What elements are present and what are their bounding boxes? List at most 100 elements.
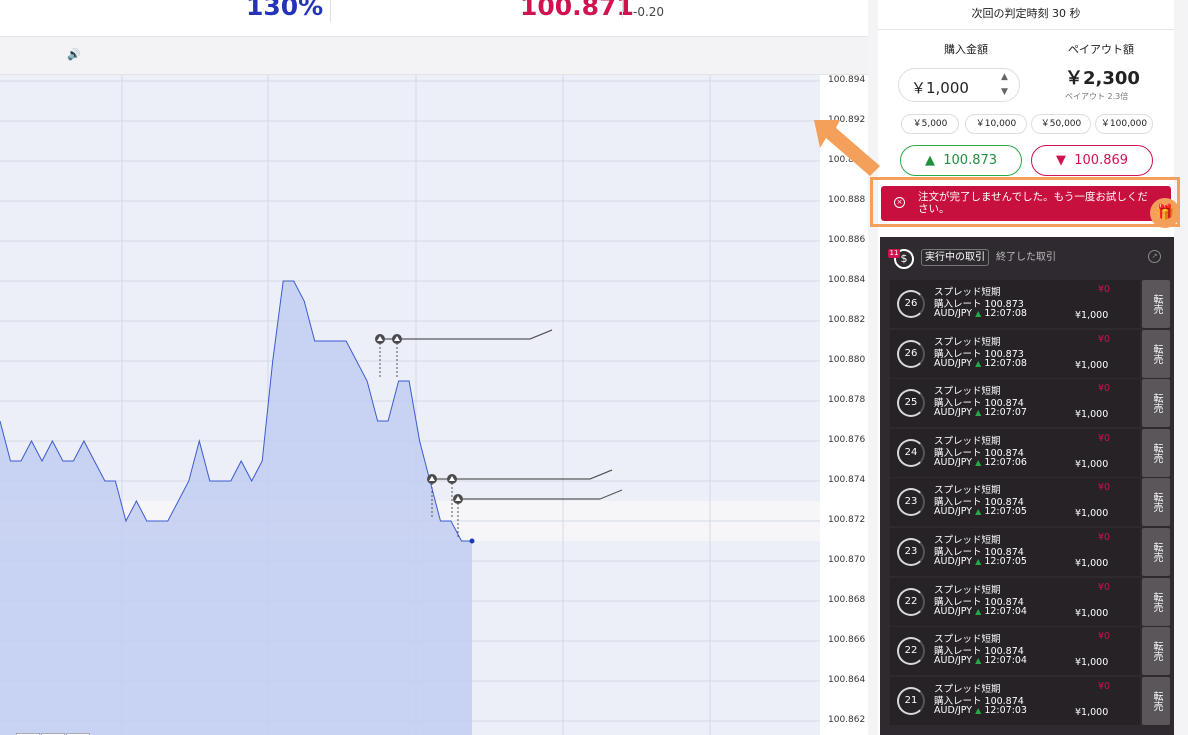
up-arrow-icon: ▲: [975, 557, 982, 566]
down-rate: 100.869: [1074, 153, 1129, 168]
countdown-timer: 25: [897, 389, 925, 418]
trade-pair: AUD/JPY ▲ 12:07:08: [934, 308, 1027, 319]
y-tick-label: 100.872: [828, 515, 866, 525]
profit-loss: ¥0: [1098, 532, 1111, 543]
up-arrow-icon: ▲: [975, 358, 982, 368]
y-tick-label: 100.894: [828, 75, 866, 85]
buy-low-button[interactable]: ▼ 100.869: [1031, 145, 1153, 176]
y-tick-label: 100.880: [828, 355, 866, 365]
y-tick-label: 100.864: [828, 675, 866, 685]
quick-amount-100000[interactable]: ￥100,000: [1095, 114, 1153, 134]
resell-button[interactable]: 転売: [1142, 528, 1170, 576]
y-tick-label: 100.876: [828, 435, 866, 445]
resell-button[interactable]: 転売: [1142, 627, 1170, 676]
countdown-timer: 26: [897, 339, 925, 368]
buy-high-button[interactable]: ▲ 100.873: [900, 145, 1022, 176]
trade-amount: ¥1,000: [1075, 558, 1109, 569]
profit-loss: ¥0: [1098, 432, 1111, 444]
external-link-icon[interactable]: ↗: [1148, 250, 1161, 263]
trade-row: 23 スプレッド短期 購入レート 100.874 AUD/JPY ▲ 12:07:05…: [890, 478, 1140, 527]
trade-count-badge: 11: [888, 249, 900, 258]
resell-button[interactable]: 転売: [1142, 478, 1170, 527]
error-toast[interactable]: × 注文が完了しませんでした。もう一度お試しください。: [881, 186, 1171, 221]
profit-loss: ¥0: [1098, 383, 1111, 395]
last-price-dot: [469, 538, 475, 544]
resell-button[interactable]: 転売: [1142, 379, 1170, 428]
decrement-icon[interactable]: ▼: [1001, 87, 1008, 97]
countdown-timer: 23: [897, 488, 925, 517]
trade-row: 26 スプレッド短期 購入レート 100.873 AUD/JPY ▲ 12:07:08…: [890, 280, 1140, 328]
trade-pair: AUD/JPY ▲ 12:07:03: [934, 704, 1027, 716]
trade-amount: ¥1,000: [1075, 657, 1109, 669]
divider: [622, 0, 623, 18]
up-arrow-icon: ▲: [975, 656, 982, 666]
up-arrow-icon: ▲: [924, 153, 935, 168]
trade-row: 26 スプレッド短期 購入レート 100.873 AUD/JPY ▲ 12:07:08…: [890, 329, 1140, 378]
divider: [330, 0, 331, 22]
zoom-controls: −↻+: [16, 726, 91, 735]
y-tick-label: 100.862: [828, 715, 866, 725]
profit-loss: ¥0: [1098, 284, 1111, 295]
y-tick-label: 100.888: [828, 195, 866, 205]
rate-change: -0.20: [633, 5, 665, 19]
profit-loss: ¥0: [1098, 333, 1111, 345]
y-tick-label: 100.878: [828, 395, 866, 405]
amount-value[interactable]: ￥1,000: [911, 77, 969, 98]
countdown-timer: 22: [897, 637, 925, 666]
trade-pair: AUD/JPY ▲ 12:07:04: [934, 605, 1027, 617]
quick-amount-50000[interactable]: ￥50,000: [1031, 114, 1091, 134]
increment-icon[interactable]: ▲: [1001, 72, 1008, 82]
y-tick-label: 100.868: [828, 595, 866, 605]
speaker-icon[interactable]: 🔊: [67, 48, 81, 61]
trade-row: 25 スプレッド短期 購入レート 100.874 AUD/JPY ▲ 12:07:07…: [890, 379, 1140, 428]
trades-panel: $ 11 実行中の取引 終了した取引 ↗ 26 スプレッド短期 購入レート 100.…: [880, 237, 1174, 735]
resell-button[interactable]: 転売: [1142, 428, 1170, 477]
up-rate: 100.873: [943, 153, 998, 168]
trade-row: 22 スプレッド短期 購入レート 100.874 AUD/JPY ▲ 12:07:04…: [890, 627, 1140, 676]
profit-loss: ¥0: [1098, 631, 1111, 643]
tab-closed-trades[interactable]: 終了した取引: [996, 250, 1056, 265]
trade-row: 24 スプレッド短期 購入レート 100.874 AUD/JPY ▲ 12:07:06…: [890, 428, 1140, 477]
resell-button[interactable]: 転売: [1142, 676, 1170, 725]
trade-amount: ¥1,000: [1075, 607, 1109, 619]
trade-pair: AUD/JPY ▲ 12:07:04: [934, 655, 1027, 667]
countdown-timer: 22: [897, 587, 925, 616]
gift-icon[interactable]: 🎁: [1150, 198, 1180, 228]
trade-pair: AUD/JPY ▲ 12:07:05: [934, 556, 1027, 567]
judge-time: 次回の判定時刻 30 秒: [878, 0, 1174, 30]
trade-amount: ¥1,000: [1075, 359, 1109, 371]
up-arrow-icon: ▲: [975, 705, 982, 715]
tab-active-trades[interactable]: 実行中の取引: [921, 249, 989, 266]
trade-amount: ¥1,000: [1075, 310, 1109, 321]
y-tick-label: 100.874: [828, 475, 866, 485]
payout-multiplier: ペイアウト 2.3倍: [1065, 92, 1129, 101]
payout-value: ￥2,300: [1065, 68, 1140, 89]
up-arrow-icon: ▲: [975, 457, 982, 467]
quick-amount-10000[interactable]: ￥10,000: [965, 114, 1027, 134]
price-chart[interactable]: 100.894 100.892 100.890 100.888 100.886 100.8…: [0, 75, 868, 735]
trade-pair: AUD/JPY ▲ 12:07:08: [934, 357, 1027, 369]
trade-amount: ¥1,000: [1075, 706, 1109, 718]
quick-amount-5000[interactable]: ￥5,000: [901, 114, 959, 134]
chart-svg[interactable]: [0, 75, 820, 735]
trade-amount: ¥1,000: [1075, 409, 1109, 421]
trade-pair: AUD/JPY ▲ 12:07:06: [934, 456, 1027, 468]
up-arrow-icon: ▲: [975, 606, 982, 616]
current-rate: 100.871: [520, 0, 634, 21]
countdown-timer: 24: [897, 438, 925, 467]
close-icon[interactable]: ×: [894, 197, 905, 208]
countdown-timer: 23: [897, 538, 925, 566]
y-tick-label: 100.884: [828, 275, 866, 285]
resell-button[interactable]: 転売: [1142, 280, 1170, 328]
amount-input[interactable]: ￥1,000 ▲ ▼: [898, 68, 1020, 102]
up-arrow-icon: ▲: [975, 507, 982, 517]
y-tick-label: 100.882: [828, 315, 866, 325]
resell-button[interactable]: 転売: [1142, 329, 1170, 378]
down-arrow-icon: ▼: [1055, 153, 1066, 168]
profit-loss: ¥0: [1098, 482, 1111, 494]
trade-amount: ¥1,000: [1075, 458, 1109, 470]
y-tick-label: 100.886: [828, 235, 866, 245]
trade-pair: AUD/JPY ▲ 12:07:05: [934, 506, 1027, 518]
resell-button[interactable]: 転売: [1142, 577, 1170, 626]
profit-loss: ¥0: [1098, 680, 1111, 692]
